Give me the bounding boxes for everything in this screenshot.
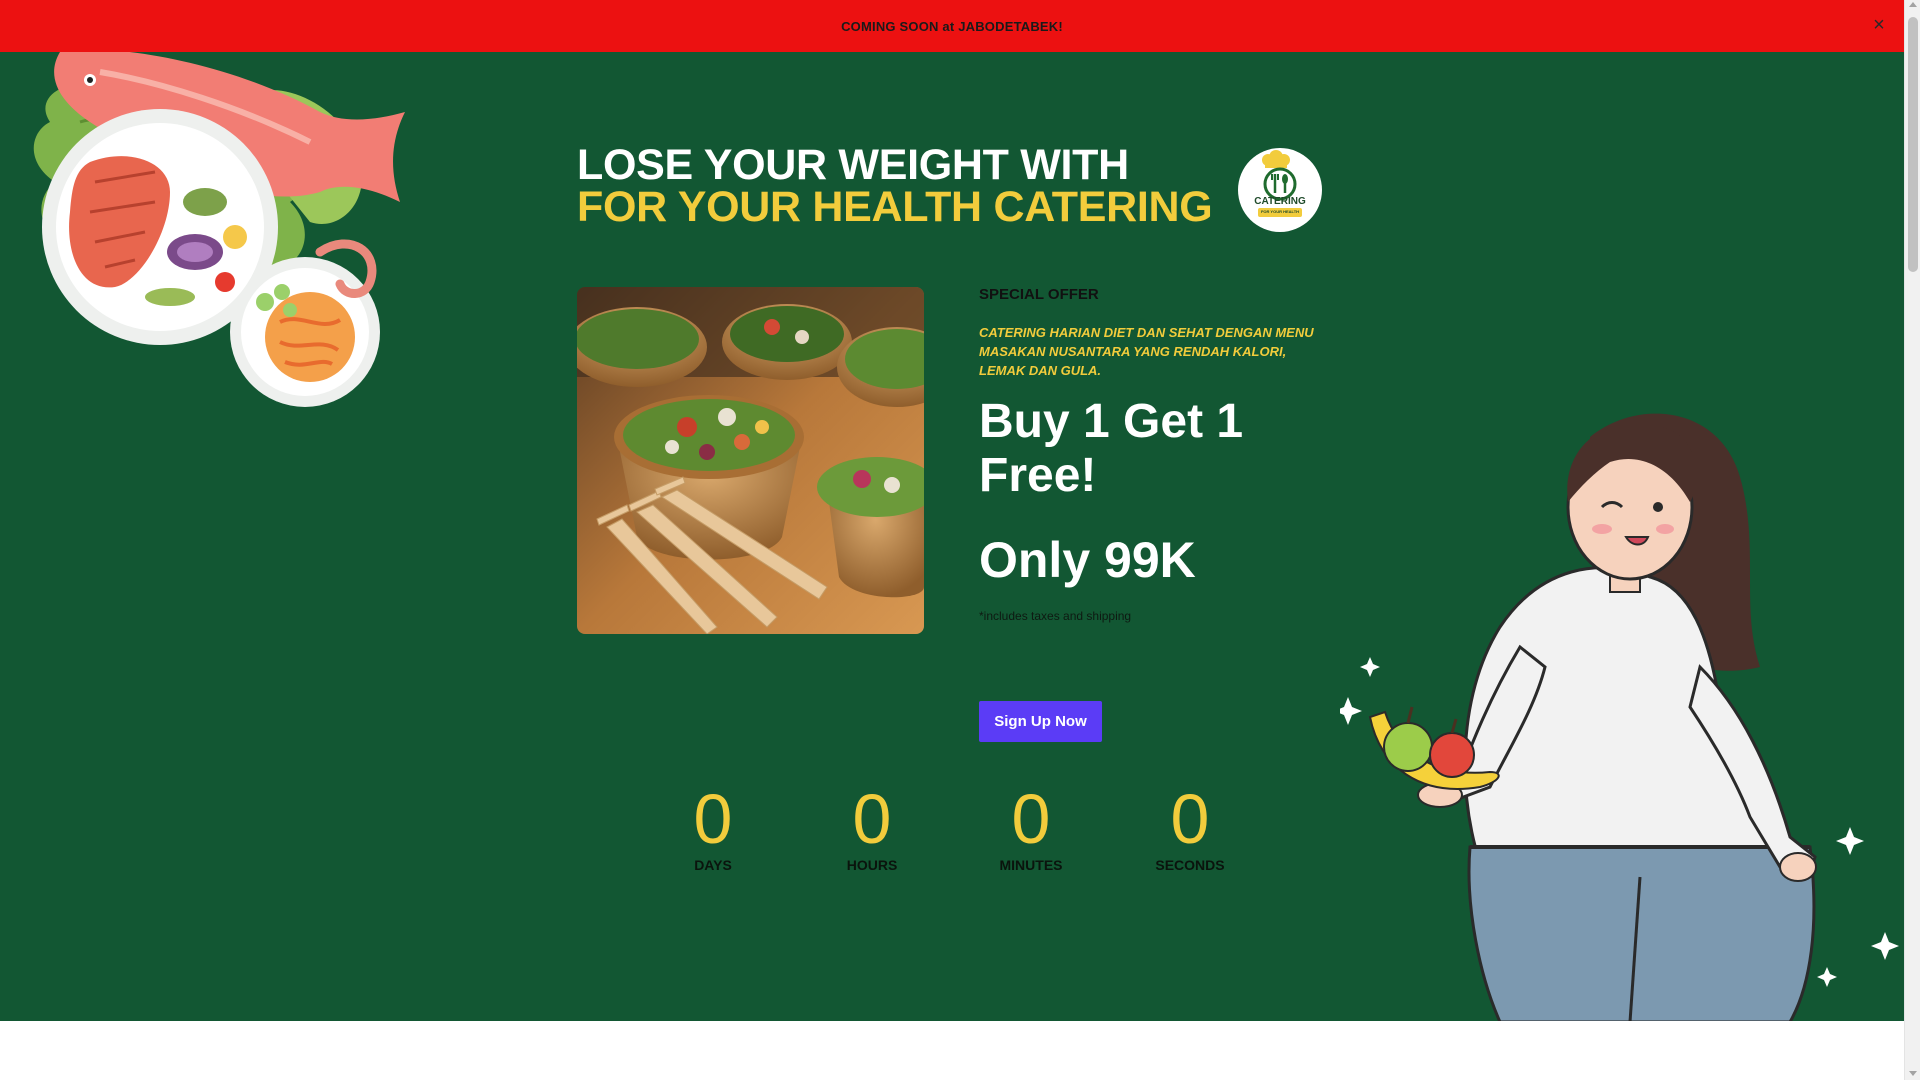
salad-bowls-photo bbox=[577, 287, 924, 634]
scroll-up-arrow[interactable] bbox=[1909, 2, 1917, 7]
countdown-days-value: 0 bbox=[693, 780, 733, 858]
special-offer-label: SPECIAL OFFER bbox=[979, 286, 1099, 303]
countdown-hours: 0 HOURS bbox=[812, 779, 932, 873]
offer-price: Only 99K bbox=[979, 532, 1196, 588]
scroll-down-arrow[interactable] bbox=[1909, 1071, 1917, 1076]
countdown-days: 0 DAYS bbox=[653, 779, 773, 873]
close-icon[interactable]: × bbox=[1868, 14, 1890, 36]
hero-section: LOSE YOUR WEIGHT WITH FOR YOUR HEALTH CA… bbox=[0, 52, 1904, 1021]
countdown-seconds: 0 SECONDS bbox=[1130, 779, 1250, 873]
countdown-hours-label: HOURS bbox=[846, 857, 898, 873]
woman-illustration bbox=[1340, 413, 1899, 1021]
next-section bbox=[0, 1021, 1904, 1080]
catering-logo-icon bbox=[1258, 150, 1302, 217]
countdown-seconds-value: 0 bbox=[1170, 780, 1210, 858]
logo-text: CATERING bbox=[1254, 196, 1306, 207]
countdown-hours-value: 0 bbox=[852, 780, 892, 858]
scroll-thumb[interactable] bbox=[1908, 17, 1918, 272]
page-scrollbar[interactable] bbox=[1904, 0, 1920, 1080]
countdown-minutes-value: 0 bbox=[1011, 780, 1051, 858]
countdown-minutes-label: MINUTES bbox=[999, 857, 1063, 873]
announcement-bar: COMING SOON at JABODETABEK! × bbox=[0, 0, 1904, 52]
sign-up-button[interactable]: Sign Up Now bbox=[979, 701, 1102, 742]
catering-logo: CATERING FOR YOUR HEALTH bbox=[1238, 148, 1322, 232]
offer-headline: Buy 1 Get 1 Free! bbox=[979, 395, 1244, 502]
hero-headline: LOSE YOUR WEIGHT WITH FOR YOUR HEALTH CA… bbox=[577, 141, 1213, 231]
logo-tagline: FOR YOUR HEALTH bbox=[1260, 209, 1300, 214]
headline-line2: FOR YOUR HEALTH CATERING bbox=[577, 183, 1213, 231]
headline-line1: LOSE YOUR WEIGHT WITH bbox=[577, 141, 1129, 189]
offer-note: *includes taxes and shipping bbox=[979, 609, 1132, 623]
offer-description: CATERING HARIAN DIET DAN SEHAT DENGAN ME… bbox=[979, 325, 1314, 378]
countdown-seconds-label: SECONDS bbox=[1155, 857, 1225, 873]
countdown-minutes: 0 MINUTES bbox=[971, 779, 1091, 873]
food-illustration bbox=[33, 52, 405, 407]
announcement-text: COMING SOON at JABODETABEK! bbox=[841, 18, 1063, 34]
countdown-days-label: DAYS bbox=[694, 857, 732, 873]
